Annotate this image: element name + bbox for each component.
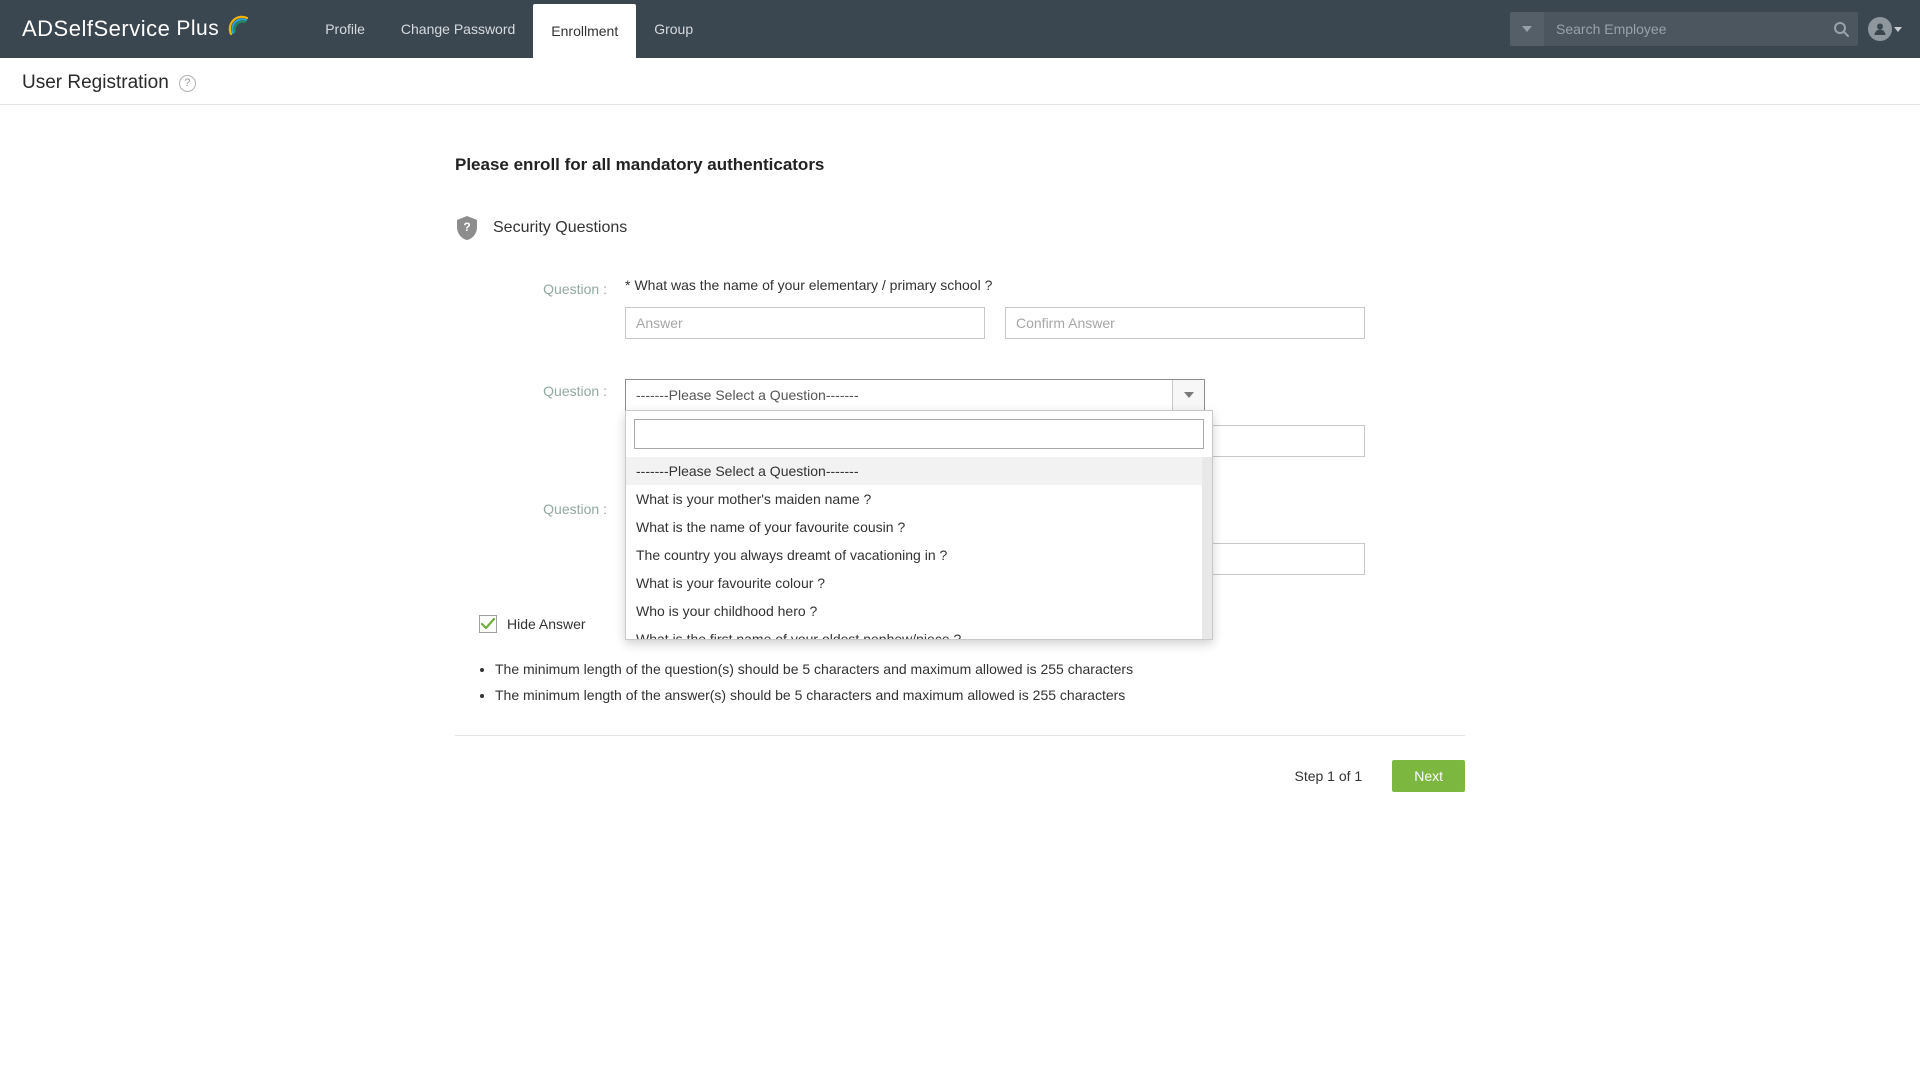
topbar: ADSelfService Plus Profile Change Passwo… [0,0,1920,58]
nav-enrollment[interactable]: Enrollment [533,4,636,58]
dropdown-option-1[interactable]: What is your mother's maiden name ? [626,485,1202,513]
dropdown-search-wrap [626,411,1212,457]
chevron-down-icon [1172,380,1204,410]
question-label-1: Question : [455,277,625,297]
logo-swirl-icon [225,12,253,46]
shield-icon: ? [455,215,479,241]
user-menu[interactable] [1868,17,1902,41]
dropdown-option-6[interactable]: What is the first name of your oldest ne… [626,625,1202,639]
answer-input-1[interactable] [625,307,985,339]
question-select-2-panel: -------Please Select a Question------- W… [625,410,1213,640]
logo: ADSelfService Plus [22,12,253,46]
question-row-1: Question : *What was the name of your el… [455,277,1465,369]
dropdown-option-3[interactable]: The country you always dreamt of vacatio… [626,541,1202,569]
nav-profile[interactable]: Profile [307,0,383,58]
dropdown-list: -------Please Select a Question------- W… [626,457,1212,639]
logo-plus: Plus [176,17,219,41]
chevron-down-icon [1894,27,1902,32]
next-button[interactable]: Next [1392,760,1465,792]
hide-answers-checkbox[interactable] [479,615,497,633]
dropdown-search-input[interactable] [634,419,1204,449]
dropdown-option-4[interactable]: What is your favourite colour ? [626,569,1202,597]
footer-row: Step 1 of 1 Next [455,760,1465,792]
topbar-right [1510,12,1902,46]
svg-text:?: ? [463,220,470,234]
rules-list: The minimum length of the question(s) sh… [475,661,1465,703]
dropdown-option-2[interactable]: What is the name of your favourite cousi… [626,513,1202,541]
main: Please enroll for all mandatory authenti… [0,105,1920,792]
question-label-2: Question : [455,379,625,399]
hide-answers-label: Hide Answer [507,616,586,632]
question-1-text: *What was the name of your elementary / … [625,277,1465,293]
question-label-3: Question : [455,497,625,517]
search-input[interactable] [1544,12,1824,46]
divider [455,735,1465,736]
step-text: Step 1 of 1 [1294,768,1362,784]
dropdown-option-placeholder[interactable]: -------Please Select a Question------- [626,457,1202,485]
search-wrap [1510,12,1858,46]
nav: Profile Change Password Enrollment Group [307,0,711,58]
rule-1: The minimum length of the question(s) sh… [495,661,1465,677]
nav-change-password[interactable]: Change Password [383,0,533,58]
instruction: Please enroll for all mandatory authenti… [455,155,1465,175]
logo-main: ADSelfService [22,16,170,42]
content: Please enroll for all mandatory authenti… [455,155,1465,792]
question-1-content: What was the name of your elementary / p… [634,277,992,293]
page-title: User Registration [22,72,169,94]
dropdown-scrollbar[interactable] [1202,457,1212,617]
confirm-answer-input-1[interactable] [1005,307,1365,339]
mandatory-star: * [625,277,630,293]
section-header: ? Security Questions [455,215,1465,241]
avatar-icon [1868,17,1892,41]
search-filter-dropdown[interactable] [1510,12,1544,46]
help-icon[interactable]: ? [179,75,196,92]
subheader: User Registration ? [0,58,1920,105]
section-title: Security Questions [493,219,627,237]
dropdown-option-5[interactable]: Who is your childhood hero ? [626,597,1202,625]
question-select-2[interactable]: -------Please Select a Question------- [625,379,1205,411]
search-button[interactable] [1824,12,1858,46]
nav-group[interactable]: Group [636,0,711,58]
rule-2: The minimum length of the answer(s) shou… [495,687,1465,703]
question-select-2-value: -------Please Select a Question------- [636,387,858,403]
